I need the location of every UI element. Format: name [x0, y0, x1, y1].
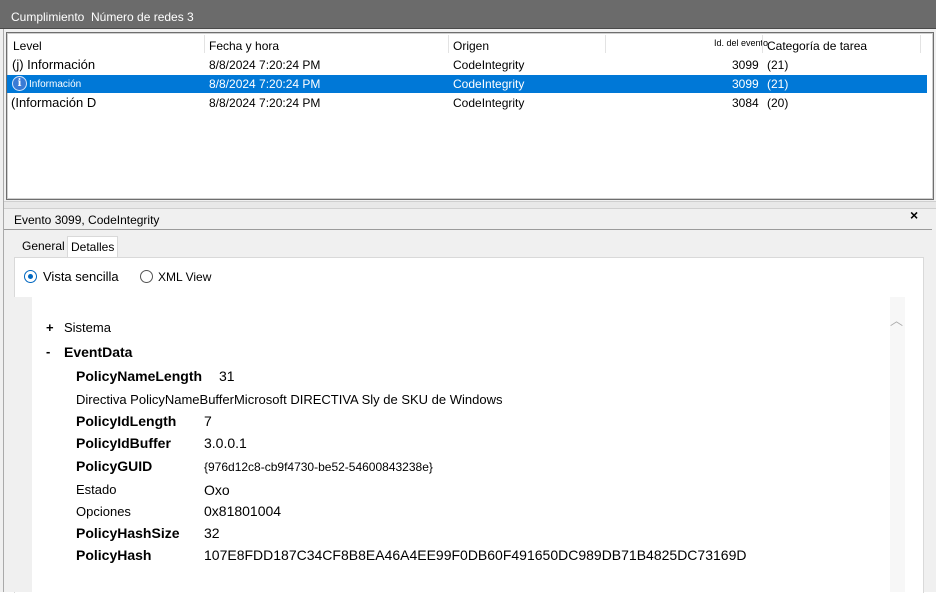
table-row[interactable]: (Información D 8/8/2024 7:20:24 PM CodeI… [7, 94, 927, 112]
chevron-up-icon[interactable]: ︿ [890, 310, 903, 329]
row-event-id: 3099 [732, 77, 759, 91]
radio-xml-view-label[interactable]: XML View [158, 270, 211, 284]
column-header-event-id[interactable]: Id. del evento [714, 38, 768, 48]
tree-node-eventdata[interactable]: EventData [64, 344, 132, 360]
row-source: CodeIntegrity [453, 77, 525, 91]
row-source: CodeIntegrity [453, 58, 525, 72]
field-value-options: 0x81801004 [204, 503, 282, 519]
column-header-category[interactable]: Categoría de tarea [767, 39, 867, 53]
tree-node-system[interactable]: Sistema [64, 320, 111, 335]
field-key-policy-guid: PolicyGUID [76, 458, 153, 474]
divider [4, 229, 932, 230]
table-row[interactable]: (j) Información 8/8/2024 7:20:24 PM Code… [7, 56, 927, 74]
field-key-policy-hash-size: PolicyHashSize [76, 525, 180, 541]
field-value-policy-id-length: 7 [204, 413, 212, 429]
field-value-policy-hash: 107E8FDD187C34CF8B8EA46A4EE99F0DB60F4916… [204, 547, 747, 563]
column-divider[interactable] [448, 35, 449, 53]
toolbar-item-network-count[interactable]: Número de redes 3 [91, 10, 194, 24]
field-value-policy-id-buffer: 3.0.0.1 [204, 435, 247, 451]
toolbar-item-compliance[interactable]: Cumplimiento [11, 10, 84, 24]
row-level: (j) Información [12, 57, 96, 72]
tab-general[interactable]: General [19, 236, 68, 257]
row-level: Información [29, 79, 82, 90]
tab-details[interactable]: Detalles [67, 236, 119, 257]
row-category: (20) [767, 96, 789, 110]
row-date: 8/8/2024 7:20:24 PM [209, 77, 321, 91]
field-key-options: Opciones [76, 504, 131, 519]
column-divider[interactable] [605, 35, 606, 53]
scrollbar[interactable] [890, 297, 905, 592]
column-header-level[interactable]: Level [13, 39, 42, 53]
row-source: CodeIntegrity [453, 96, 525, 110]
column-divider[interactable] [204, 35, 205, 53]
field-value-state: Oxo [204, 482, 230, 498]
column-header-source[interactable]: Origen [453, 39, 489, 53]
info-icon: i [12, 76, 27, 91]
close-icon[interactable]: × [910, 207, 918, 223]
left-border [3, 29, 4, 592]
event-list-header: Level Fecha y hora Origen Id. del evento… [7, 33, 927, 55]
collapse-toggle-eventdata[interactable]: - [46, 344, 50, 359]
field-policy-name-buffer: Directiva PolicyNameBufferMicrosoft DIRE… [76, 392, 503, 407]
event-panel-title: Evento 3099, CodeIntegrity [14, 213, 160, 227]
radio-xml-view[interactable] [140, 270, 153, 283]
event-list[interactable]: Level Fecha y hora Origen Id. del evento… [6, 32, 934, 200]
top-toolbar: Cumplimiento Número de redes 3 [0, 0, 936, 29]
field-value-policy-hash-size: 32 [204, 525, 220, 541]
radio-simple-view-label[interactable]: Vista sencilla [43, 269, 119, 284]
details-gutter [14, 297, 32, 592]
field-key-policy-id-length: PolicyIdLength [76, 413, 177, 429]
row-event-id: 3084 [732, 96, 759, 110]
row-category: (21) [767, 77, 789, 91]
splitter[interactable] [4, 201, 936, 209]
row-date: 8/8/2024 7:20:24 PM [209, 58, 321, 72]
row-event-id: 3099 [732, 58, 759, 72]
column-header-date[interactable]: Fecha y hora [209, 39, 279, 53]
column-divider[interactable] [762, 35, 763, 53]
field-key-policy-hash: PolicyHash [76, 547, 152, 563]
row-category: (21) [767, 58, 789, 72]
column-divider[interactable] [920, 35, 921, 53]
expand-toggle-system[interactable]: + [46, 320, 54, 335]
field-key-state: Estado [76, 482, 117, 497]
radio-simple-view[interactable] [24, 270, 37, 283]
field-value-policy-guid: {976d12c8-cb9f4730-be52-54600843238e} [204, 460, 433, 474]
row-level: (Información D [11, 95, 97, 110]
field-key-policy-name-length: PolicyNameLength [76, 368, 203, 384]
table-row-selected[interactable]: i Información 8/8/2024 7:20:24 PM CodeIn… [7, 75, 927, 93]
field-key-policy-id-buffer: PolicyIdBuffer [76, 435, 171, 451]
field-value-policy-name-length: 31 [219, 368, 235, 384]
row-date: 8/8/2024 7:20:24 PM [209, 96, 321, 110]
